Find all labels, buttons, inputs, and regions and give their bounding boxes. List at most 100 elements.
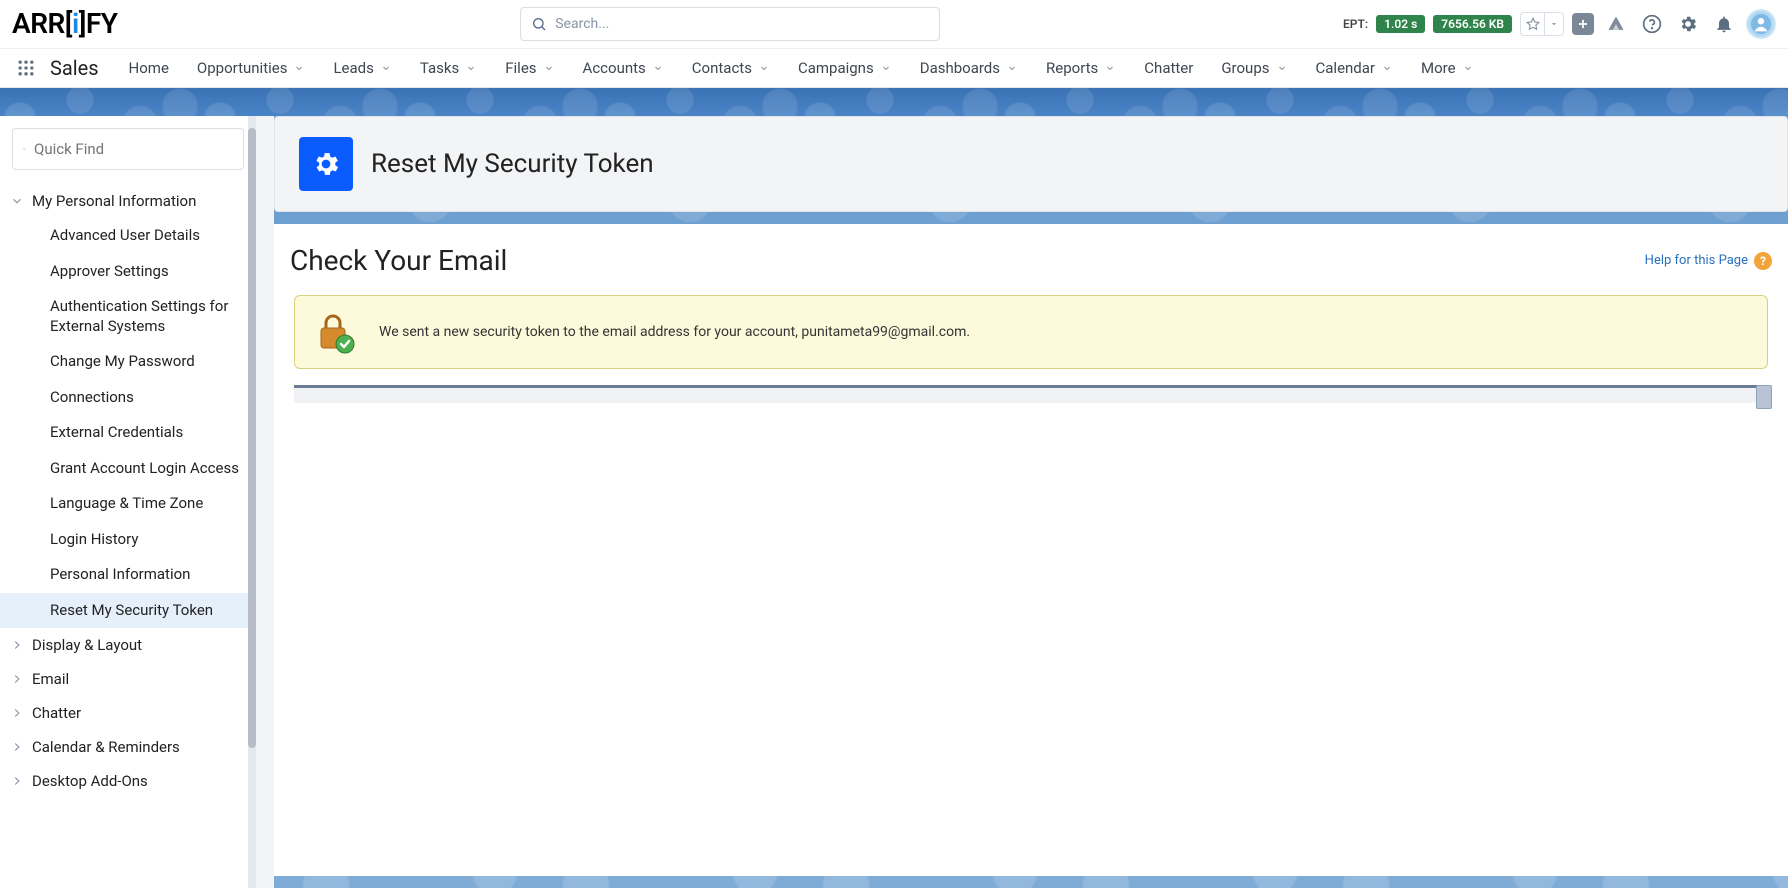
sidebar-item-reset-my-security-token[interactable]: Reset My Security Token <box>0 593 256 629</box>
nav-item-label: Accounts <box>583 59 646 77</box>
chevron-down-icon <box>1381 62 1393 74</box>
sidebar-item-language-time-zone[interactable]: Language & Time Zone <box>0 486 256 522</box>
sidebar-section-calendar-reminders[interactable]: Calendar & Reminders <box>0 730 256 764</box>
nav-item-calendar[interactable]: Calendar <box>1302 49 1408 87</box>
sidebar-item-approver-settings[interactable]: Approver Settings <box>0 254 256 290</box>
setup-button[interactable] <box>1674 10 1702 38</box>
nav-item-leads[interactable]: Leads <box>319 49 405 87</box>
sidebar-section-my-personal-information[interactable]: My Personal Information <box>0 184 256 218</box>
chevron-down-icon <box>652 62 664 74</box>
nav-item-opportunities[interactable]: Opportunities <box>183 49 320 87</box>
chevron-right-icon <box>10 774 24 788</box>
sidebar-section-label: Display & Layout <box>32 636 142 654</box>
alert-text: We sent a new security token to the emai… <box>379 324 970 340</box>
sidebar-section-display-layout[interactable]: Display & Layout <box>0 628 256 662</box>
chevron-down-icon <box>1462 62 1474 74</box>
quick-find-input[interactable] <box>34 140 233 158</box>
page-header-icon-tile <box>299 137 353 191</box>
logo-bracket-left: [ <box>65 7 72 40</box>
avatar-icon <box>1750 13 1772 35</box>
sidebar-item-external-credentials[interactable]: External Credentials <box>0 415 256 451</box>
sidebar-section-label: Desktop Add-Ons <box>32 772 148 790</box>
app-launcher[interactable] <box>8 49 44 87</box>
search-icon <box>531 16 547 32</box>
nav-item-files[interactable]: Files <box>491 49 568 87</box>
nav-item-label: Campaigns <box>798 59 874 77</box>
section-divider <box>294 385 1768 403</box>
nav-item-label: Reports <box>1046 59 1098 77</box>
favorite-button[interactable] <box>1520 12 1564 36</box>
notifications-button[interactable] <box>1710 10 1738 38</box>
chevron-down-icon <box>1006 62 1018 74</box>
chevron-down-icon <box>758 62 770 74</box>
sidebar-section-label: My Personal Information <box>32 192 196 210</box>
add-button[interactable] <box>1572 13 1594 35</box>
nav-item-label: Contacts <box>692 59 752 77</box>
sidebar-item-connections[interactable]: Connections <box>0 380 256 416</box>
sidebar-section-email[interactable]: Email <box>0 662 256 696</box>
sidebar-section-chatter[interactable]: Chatter <box>0 696 256 730</box>
sidebar-item-grant-account-login-access[interactable]: Grant Account Login Access <box>0 451 256 487</box>
nav-item-tasks[interactable]: Tasks <box>406 49 491 87</box>
page-header: Reset My Security Token <box>274 116 1788 212</box>
logo-bracket-right: ] <box>79 7 86 40</box>
sidebar-item-login-history[interactable]: Login History <box>0 522 256 558</box>
nav-item-more[interactable]: More <box>1407 49 1488 87</box>
collapse-tab[interactable] <box>1756 385 1772 409</box>
chevron-down-icon <box>10 194 24 208</box>
global-search[interactable] <box>520 7 940 41</box>
sidebar-scrollbar-thumb[interactable] <box>248 128 256 748</box>
sidebar-item-personal-information[interactable]: Personal Information <box>0 557 256 593</box>
chevron-down-icon <box>380 62 392 74</box>
ept-size-badge: 7656.56 KB <box>1433 15 1512 33</box>
ept-label: EPT: <box>1343 17 1368 31</box>
quick-find[interactable] <box>12 128 244 170</box>
chevron-right-icon <box>10 706 24 720</box>
page-title: Reset My Security Token <box>371 149 654 179</box>
sidebar-item-change-my-password[interactable]: Change My Password <box>0 344 256 380</box>
sidebar-item-authentication-settings-for-external-systems[interactable]: Authentication Settings for External Sys… <box>0 289 256 344</box>
nav-item-dashboards[interactable]: Dashboards <box>906 49 1032 87</box>
help-link-text: Help for this Page <box>1645 253 1748 268</box>
chevron-down-icon <box>1545 13 1563 35</box>
sidebar-item-advanced-user-details[interactable]: Advanced User Details <box>0 218 256 254</box>
chevron-right-icon <box>10 672 24 686</box>
nav-item-chatter[interactable]: Chatter <box>1130 49 1207 87</box>
content-card: Check Your Email Help for this Page ? <box>274 224 1788 876</box>
nav-item-contacts[interactable]: Contacts <box>678 49 784 87</box>
ept-time-badge: 1.02 s <box>1376 15 1425 33</box>
trailhead-button[interactable] <box>1602 10 1630 38</box>
nav-item-label: Files <box>505 59 536 77</box>
apps-icon <box>16 58 36 78</box>
logo-i: i <box>72 7 79 40</box>
chevron-down-icon <box>293 62 305 74</box>
nav-item-label: Calendar <box>1316 59 1376 77</box>
help-button[interactable] <box>1638 10 1666 38</box>
nav-item-home[interactable]: Home <box>115 49 183 87</box>
blue-pattern-band <box>0 88 1788 116</box>
nav-item-label: Chatter <box>1144 59 1193 77</box>
nav-item-reports[interactable]: Reports <box>1032 49 1130 87</box>
sidebar-section-desktop-add-ons[interactable]: Desktop Add-Ons <box>0 764 256 798</box>
nav-item-groups[interactable]: Groups <box>1207 49 1301 87</box>
chevron-right-icon <box>10 740 24 754</box>
trailhead-icon <box>1606 14 1626 34</box>
question-icon <box>1642 14 1662 34</box>
plus-icon <box>1576 17 1590 31</box>
help-icon: ? <box>1754 252 1772 270</box>
nav-item-label: Opportunities <box>197 59 288 77</box>
content-title: Check Your Email <box>290 244 507 277</box>
chevron-down-icon <box>1104 62 1116 74</box>
sidebar-section-label: Email <box>32 670 69 688</box>
gear-icon <box>1678 14 1698 34</box>
sidebar-section-label: Calendar & Reminders <box>32 738 180 756</box>
bell-icon <box>1714 14 1734 34</box>
global-search-input[interactable] <box>555 16 929 32</box>
user-avatar[interactable] <box>1746 9 1776 39</box>
nav-item-campaigns[interactable]: Campaigns <box>784 49 906 87</box>
help-for-this-page-link[interactable]: Help for this Page ? <box>1645 252 1772 270</box>
chevron-down-icon <box>465 62 477 74</box>
gear-icon <box>311 149 341 179</box>
nav-item-label: Leads <box>333 59 373 77</box>
nav-item-accounts[interactable]: Accounts <box>569 49 678 87</box>
